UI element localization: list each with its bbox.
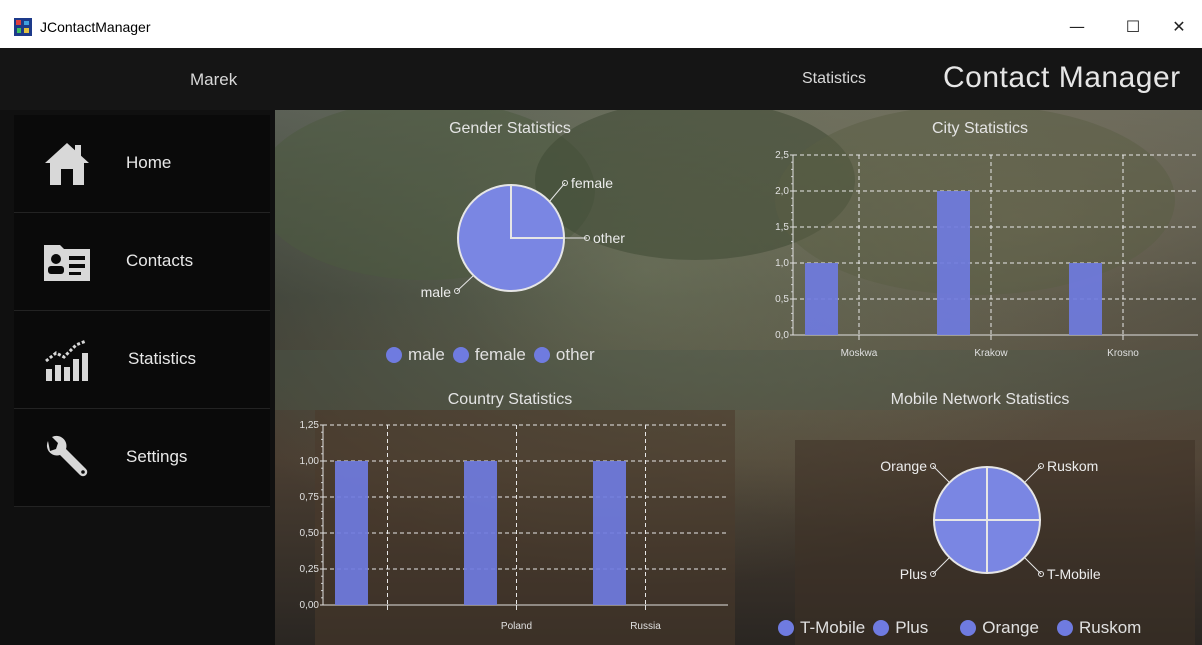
legend-item: other xyxy=(533,345,595,365)
sidebar-item-label: Contacts xyxy=(126,251,194,270)
y-tick-label: 2,5 xyxy=(775,150,789,161)
country-bar-chart: 0,00 0,25 0,50 0,75 1,00 1,25 Poland Russia xyxy=(300,420,728,632)
legend-item: Ruskom xyxy=(1056,618,1142,638)
legend-label: female xyxy=(474,345,526,364)
window-title: JContactManager xyxy=(40,19,151,35)
pie-label: Orange xyxy=(880,458,927,474)
legend-label: Ruskom xyxy=(1078,618,1142,637)
y-tick-label: 0,25 xyxy=(300,564,320,575)
bar xyxy=(937,191,970,335)
y-tick-label: 1,0 xyxy=(775,258,789,269)
pie-label-line xyxy=(932,557,950,575)
y-tick-label: 0,50 xyxy=(300,528,320,539)
minimize-button[interactable]: — xyxy=(1054,12,1100,42)
statistics-panel: Gender Statistics female other male male f… xyxy=(275,110,1202,645)
pie-label-line xyxy=(548,182,566,203)
y-tick-label: 1,00 xyxy=(300,456,320,467)
legend-dot xyxy=(1056,620,1073,636)
pie-label-line xyxy=(1024,557,1042,575)
mobile-legend: T-Mobile Plus Orange Ruskom xyxy=(778,618,1149,638)
legend-label: other xyxy=(555,345,595,364)
y-tick-label: 0,75 xyxy=(300,492,320,503)
pie-label-line xyxy=(456,275,474,292)
y-tick-label: 1,5 xyxy=(775,222,789,233)
bar xyxy=(593,461,626,605)
legend-label: Plus xyxy=(895,618,929,637)
bar xyxy=(805,263,838,335)
x-tick-label: Krosno xyxy=(1107,348,1139,359)
pie-label-line xyxy=(932,465,950,483)
pie-label: other xyxy=(593,230,625,246)
maximize-button[interactable]: ☐ xyxy=(1110,12,1156,42)
sidebar-nav: Home Contacts Statistics Settings xyxy=(14,115,270,507)
user-name: Marek xyxy=(190,70,238,89)
pie-label: Ruskom xyxy=(1047,458,1098,474)
legend-item: T-Mobile xyxy=(778,618,865,638)
contacts-icon xyxy=(44,245,90,281)
app-icon xyxy=(14,18,32,36)
y-tick-label: 1,25 xyxy=(300,420,320,431)
gender-legend: male female other xyxy=(386,345,603,365)
home-icon xyxy=(45,143,89,185)
wrench-icon xyxy=(46,435,88,477)
x-tick-label: Moskwa xyxy=(841,348,878,359)
pie-label: T-Mobile xyxy=(1047,566,1101,582)
legend-dot xyxy=(386,347,402,363)
legend-dot xyxy=(873,620,890,636)
x-tick-label: Krakow xyxy=(974,348,1008,359)
pie-label-line xyxy=(1024,465,1042,483)
y-tick-label: 0,0 xyxy=(775,330,789,341)
x-tick-label: Russia xyxy=(630,621,661,632)
app-brand: Contact Manager xyxy=(943,61,1181,94)
city-bar-chart: 0,0 0,5 1,0 1,5 2,0 2,5 Moskwa Krakow Krosno xyxy=(775,150,1198,359)
pie-label: male xyxy=(421,284,452,300)
y-tick-label: 0,5 xyxy=(775,294,789,305)
legend-dot xyxy=(533,347,550,363)
legend-dot xyxy=(778,620,794,636)
bar xyxy=(464,461,497,605)
legend-label: male xyxy=(408,345,445,364)
gender-pie-chart: female other male xyxy=(421,175,626,300)
pie-label: Plus xyxy=(900,566,927,582)
legend-item: Plus xyxy=(873,618,928,638)
app-header: Marek Statistics Contact Manager xyxy=(0,48,1202,110)
legend-item: female xyxy=(452,345,526,365)
sidebar-item-statistics[interactable]: Statistics xyxy=(14,311,270,409)
sidebar-item-label: Settings xyxy=(126,447,188,466)
sidebar-item-contacts[interactable]: Contacts xyxy=(14,213,270,311)
legend-dot xyxy=(452,347,469,363)
y-tick-label: 2,0 xyxy=(775,186,789,197)
sidebar-item-settings[interactable]: Settings xyxy=(14,409,270,507)
close-button[interactable]: ✕ xyxy=(1156,12,1202,42)
legend-dot xyxy=(960,620,977,636)
legend-item: male xyxy=(386,345,445,365)
pie-label: female xyxy=(571,175,613,191)
legend-item: Orange xyxy=(960,618,1039,638)
gender-chart-title: Gender Statistics xyxy=(449,120,571,137)
bar xyxy=(335,461,368,605)
legend-label: Orange xyxy=(982,618,1039,637)
country-chart-title: Country Statistics xyxy=(447,391,573,408)
mobile-chart-title: Mobile Network Statistics xyxy=(890,391,1070,408)
legend-label: T-Mobile xyxy=(800,618,866,637)
x-tick-label: Poland xyxy=(501,621,532,632)
current-section: Statistics xyxy=(802,70,867,87)
y-tick-label: 0,00 xyxy=(300,600,320,611)
sidebar-item-label: Home xyxy=(126,153,172,172)
city-chart-title: City Statistics xyxy=(931,120,1028,137)
sidebar-item-home[interactable]: Home xyxy=(14,115,270,213)
chart-icon xyxy=(45,339,88,381)
bar xyxy=(1069,263,1102,335)
mobile-pie-chart: Orange Ruskom T-Mobile Plus xyxy=(880,458,1101,582)
sidebar-item-label: Statistics xyxy=(128,349,197,368)
title-bar: JContactManager — ☐ ✕ xyxy=(0,0,1202,49)
